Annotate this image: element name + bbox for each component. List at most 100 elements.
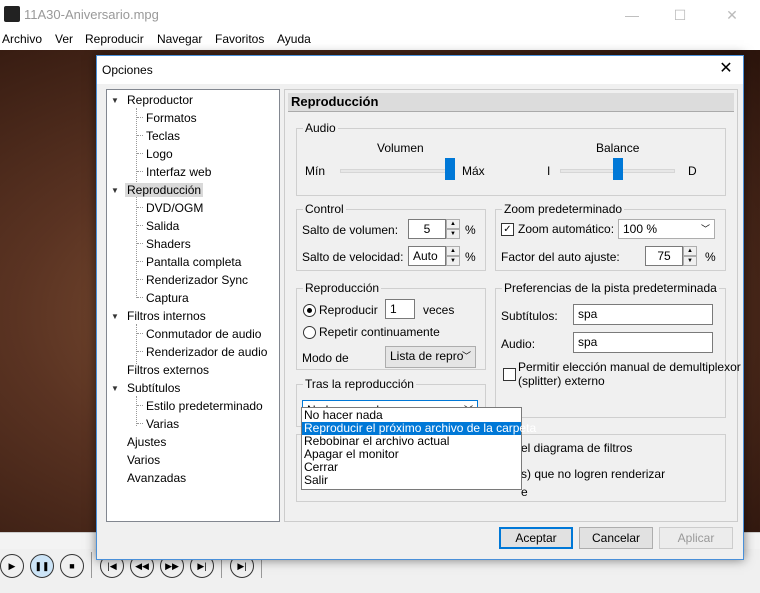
auto-fit-factor-label: Factor del auto ajuste: <box>501 250 620 264</box>
menu-archivo[interactable]: Archivo <box>2 32 42 46</box>
expand-arrow-icon[interactable]: ▼ <box>111 384 119 393</box>
ok-button[interactable]: Aceptar <box>499 527 573 549</box>
control-group: Control Salto de volumen: 5 ▲ ▼ % Salto … <box>296 202 486 271</box>
cancel-button[interactable]: Cancelar <box>579 527 653 549</box>
menu-favoritos[interactable]: Favoritos <box>215 32 264 46</box>
menu-ver[interactable]: Ver <box>55 32 73 46</box>
tree-item-formatos[interactable]: Formatos <box>146 111 197 125</box>
splitter-label-line2: (splitter) externo <box>518 374 605 388</box>
tree-item-dvd-ogm[interactable]: DVD/OGM <box>146 201 203 215</box>
track-preferences-label: Preferencias de la pista predeterminada <box>502 281 719 295</box>
spin-up-icon[interactable]: ▲ <box>683 246 697 256</box>
title-bar: 11A30-Aniversario.mpg — ☐ ✕ <box>0 0 760 30</box>
play-count-input[interactable]: 1 <box>385 299 415 319</box>
menu-bar: Archivo Ver Reproducir Navegar Favoritos… <box>0 30 760 50</box>
volume-min-label: Mín <box>305 164 326 178</box>
dropdown-option[interactable]: Salir <box>302 474 521 487</box>
auto-fit-factor-unit: % <box>705 250 716 264</box>
expand-arrow-icon[interactable]: ▼ <box>111 312 119 321</box>
spin-up-icon[interactable]: ▲ <box>446 219 460 229</box>
times-label: veces <box>423 303 455 317</box>
volume-slider-thumb[interactable] <box>445 158 455 180</box>
tree-item-subtitulos[interactable]: Subtítulos <box>127 381 180 395</box>
tree-item-renderizador-sync[interactable]: Renderizador Sync <box>146 273 248 287</box>
tree-item-conmutador-audio[interactable]: Conmutador de audio <box>146 327 261 341</box>
tree-item-estilo-predeterminado[interactable]: Estilo predeterminado <box>146 399 263 413</box>
spin-down-icon[interactable]: ▼ <box>683 256 697 266</box>
balance-slider-thumb[interactable] <box>612 158 623 180</box>
tree-item-pantalla-completa[interactable]: Pantalla completa <box>146 255 241 269</box>
track-preferences-group: Preferencias de la pista predeterminada … <box>495 281 741 418</box>
speed-step-input[interactable]: Auto <box>408 246 446 266</box>
playback-group-label: Reproducción <box>303 281 382 295</box>
dialog-title: Opciones <box>102 63 153 77</box>
mode-label: Modo de <box>302 351 349 365</box>
tree-item-ajustes[interactable]: Ajustes <box>127 435 166 449</box>
volume-step-input[interactable]: 5 <box>408 219 446 239</box>
expand-arrow-icon[interactable]: ▼ <box>111 186 119 195</box>
tree-item-reproduccion[interactable]: Reproducción <box>125 183 204 197</box>
speed-step-unit: % <box>465 250 476 264</box>
render-fail-text: s) que no logren renderizar <box>521 467 666 481</box>
audio-track-input[interactable]: spa <box>573 332 713 353</box>
menu-reproducir[interactable]: Reproducir <box>85 32 144 46</box>
subtitles-input[interactable]: spa <box>573 304 713 325</box>
repeat-label: Repetir continuamente <box>319 325 440 339</box>
repeat-radio[interactable] <box>303 326 316 339</box>
play-icon[interactable]: ▶ <box>0 554 24 578</box>
spin-up-icon[interactable]: ▲ <box>446 246 460 256</box>
panel-title: Reproducción <box>291 94 379 109</box>
auto-zoom-checkbox[interactable]: ✓ <box>501 223 514 236</box>
tree-item-filtros-externos[interactable]: Filtros externos <box>127 363 209 377</box>
control-group-label: Control <box>303 202 346 216</box>
auto-fit-factor-input[interactable]: 75 <box>645 246 683 266</box>
partial-text: e <box>521 485 528 499</box>
dialog-close-icon[interactable]: ✕ <box>715 59 737 81</box>
audio-group: Audio Volumen Mín Máx Balance I D <box>296 121 726 196</box>
spin-down-icon[interactable]: ▼ <box>446 229 460 239</box>
after-playback-dropdown: No hacer nada Reproducir el próximo arch… <box>301 407 536 490</box>
settings-tree: ▼ Reproductor Formatos Teclas Logo Inter… <box>106 89 280 522</box>
volume-step-unit: % <box>465 223 476 237</box>
tree-item-interfaz-web[interactable]: Interfaz web <box>146 165 211 179</box>
audio-track-label: Audio: <box>501 337 536 351</box>
volume-slider-track[interactable] <box>340 169 455 173</box>
chevron-down-icon: ﹀ <box>700 224 710 234</box>
tree-item-avanzadas[interactable]: Avanzadas <box>127 471 186 485</box>
playback-group: Reproducción Reproducir 1 veces Repetir … <box>296 281 486 370</box>
audio-group-label: Audio <box>303 121 338 135</box>
close-icon[interactable]: ✕ <box>712 2 752 28</box>
pause-icon[interactable]: ❚❚ <box>30 554 54 578</box>
auto-zoom-label: Zoom automático: <box>518 222 615 236</box>
menu-ayuda[interactable]: Ayuda <box>277 32 311 46</box>
splitter-checkbox[interactable] <box>503 368 516 381</box>
apply-button[interactable]: Aplicar <box>659 527 733 549</box>
mode-value: Lista de repro <box>390 349 464 363</box>
mode-select[interactable]: Lista de repro ﹀ <box>385 346 476 368</box>
stop-icon[interactable]: ■ <box>60 554 84 578</box>
auto-zoom-value: 100 % <box>623 222 658 236</box>
tree-item-renderizador-audio[interactable]: Renderizador de audio <box>146 345 267 359</box>
expand-arrow-icon[interactable]: ▼ <box>111 96 119 105</box>
menu-navegar[interactable]: Navegar <box>157 32 202 46</box>
balance-right-label: D <box>688 164 697 178</box>
subtitles-label: Subtítulos: <box>501 309 558 323</box>
volume-label: Volumen <box>377 141 424 155</box>
tree-item-filtros-internos[interactable]: Filtros internos <box>127 309 206 323</box>
tree-item-salida[interactable]: Salida <box>146 219 179 233</box>
tree-item-reproductor[interactable]: Reproductor <box>127 93 193 107</box>
tree-item-captura[interactable]: Captura <box>146 291 189 305</box>
tree-item-shaders[interactable]: Shaders <box>146 237 191 251</box>
tree-item-varias[interactable]: Varias <box>146 417 179 431</box>
play-times-radio[interactable] <box>303 304 316 317</box>
spin-down-icon[interactable]: ▼ <box>446 256 460 266</box>
tree-item-logo[interactable]: Logo <box>146 147 173 161</box>
filter-graph-text: el diagrama de filtros <box>521 441 633 455</box>
maximize-icon[interactable]: ☐ <box>660 2 700 28</box>
tree-item-varios[interactable]: Varios <box>127 453 160 467</box>
minimize-icon[interactable]: — <box>612 2 652 28</box>
dropdown-option[interactable]: Cerrar <box>302 461 521 474</box>
after-playback-label: Tras la reproducción <box>303 377 416 391</box>
auto-zoom-select[interactable]: 100 % ﹀ <box>618 219 715 239</box>
tree-item-teclas[interactable]: Teclas <box>146 129 180 143</box>
